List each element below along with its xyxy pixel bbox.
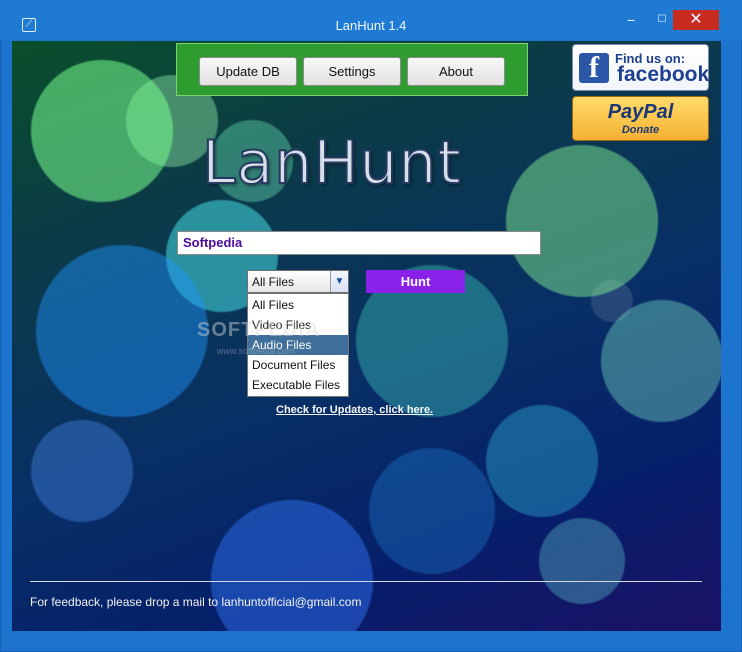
- file-type-select[interactable]: All Files ▼: [247, 270, 349, 293]
- top-button-bar: Update DB Settings About: [176, 43, 528, 96]
- facebook-icon: f: [579, 53, 609, 83]
- about-button[interactable]: About: [407, 57, 505, 86]
- close-button[interactable]: ✕: [673, 10, 719, 30]
- search-input[interactable]: Softpedia: [177, 231, 541, 255]
- chevron-down-icon[interactable]: ▼: [330, 271, 348, 292]
- check-updates-link[interactable]: Check for Updates, click here.: [276, 404, 433, 416]
- facebook-wordmark: facebook: [617, 63, 710, 86]
- app-logo: LanHunt: [201, 127, 462, 199]
- dropdown-option-document-files[interactable]: Document Files: [248, 355, 348, 375]
- settings-button[interactable]: Settings: [303, 57, 401, 86]
- dropdown-option-all-files[interactable]: All Files: [248, 295, 348, 315]
- watermark: SOFTPEDIA: [197, 319, 321, 341]
- feedback-text: For feedback, please drop a mail to lanh…: [30, 595, 362, 609]
- watermark-url: www.softpedia.com: [217, 346, 295, 356]
- hunt-button[interactable]: Hunt: [366, 270, 465, 293]
- update-db-button[interactable]: Update DB: [199, 57, 297, 86]
- facebook-button[interactable]: f Find us on: facebook: [572, 44, 709, 91]
- paypal-donate-button[interactable]: PayPal Donate: [572, 96, 709, 141]
- title-bar[interactable]: ⟋ LanHunt 1.4 − ☐ ✕: [0, 0, 742, 40]
- footer-divider: [30, 581, 702, 582]
- file-type-selected-value: All Files: [252, 275, 295, 289]
- minimize-button[interactable]: −: [617, 10, 645, 30]
- app-window: ⟋ LanHunt 1.4 − ☐ ✕ Update DB Settings A…: [0, 0, 742, 652]
- main-panel: Update DB Settings About f Find us on: f…: [12, 41, 721, 631]
- maximize-button[interactable]: ☐: [648, 10, 676, 30]
- paypal-logo-text: PayPal: [607, 101, 674, 123]
- paypal-donate-text: Donate: [621, 124, 660, 136]
- file-type-dropdown: All Files Video Files Audio Files Docume…: [247, 293, 349, 397]
- dropdown-option-executable-files[interactable]: Executable Files: [248, 375, 348, 395]
